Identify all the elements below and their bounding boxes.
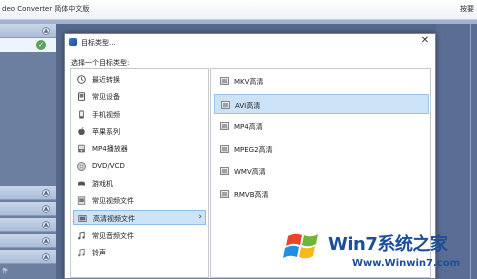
category-list[interactable]: 最近转换 常见设备 手机视频 苹果系列 MP4播放器 DVD/VCD 游戏机 常见视频文件 高清… [70,68,209,278]
category-item[interactable]: 手机视频 [73,107,206,122]
left-panel-active-row[interactable] [0,38,56,52]
chevron-icon[interactable]: ▲ [42,221,50,229]
category-label: 高清视频文件 [93,215,135,224]
windows-logo-icon [283,233,318,259]
device-icon [78,92,85,102]
chevron-icon[interactable]: ▲ [42,237,50,245]
category-item[interactable]: 最近转换 [73,72,206,87]
format-item[interactable]: MKV高清 [214,71,429,91]
format-item[interactable]: AVI高清 [214,93,429,114]
format-label: MP4高清 [234,123,263,131]
chevron-right-icon: › [198,212,202,223]
format-label: AVI高清 [235,101,261,110]
category-item[interactable]: 高清视频文件 › [73,210,206,226]
mp4-player-icon [78,144,85,153]
left-panel-section[interactable]: ▲ [0,218,56,232]
format-label: WMV高清 [234,168,266,176]
category-item[interactable]: DVD/VCD [73,159,206,174]
ringtone-icon [78,248,85,257]
audio-file-icon [78,231,85,240]
watermark-brand: Win7系统之家 [328,234,448,255]
chevron-icon[interactable]: ▲ [42,205,50,213]
category-item[interactable]: 常见音频文件 [73,228,206,243]
watermark-url: Www.Winwin7.com [352,258,461,269]
video-format-icon [220,167,229,175]
left-panel-section[interactable]: ▲ [0,186,56,200]
category-label: 常见音频文件 [92,231,134,240]
category-label: 最近转换 [92,76,120,84]
left-panel-section[interactable]: ▲ [0,250,56,264]
category-item[interactable]: 常见设备 [73,89,206,104]
category-label: MP4播放器 [92,145,128,154]
category-label: 游戏机 [92,179,113,188]
category-item[interactable]: 常见视频文件 [73,193,206,208]
chevron-icon[interactable]: ▲ [42,253,50,261]
category-item[interactable]: 铃声 [73,245,206,260]
format-label: RMVB高清 [234,190,269,199]
format-label: MKV高清 [234,78,264,86]
app-toolbar-strip [0,20,477,24]
category-label: 铃声 [92,249,106,257]
category-label: 苹果系列 [92,127,120,136]
category-label: 常见视频文件 [92,197,134,206]
category-label: DVD/VCD [92,161,125,170]
category-item[interactable]: MP4播放器 [73,141,206,156]
app-title: deo Converter 简体中文版 [2,5,90,13]
format-item[interactable]: RMVB高清 [214,184,429,204]
left-panel-section[interactable]: ▲ [0,202,56,216]
video-format-icon [220,144,229,153]
video-format-icon [220,189,229,198]
format-item[interactable]: MP4高清 [214,116,429,136]
watermark: Win7系统之家 Www.Winwin7.com [282,222,477,279]
app-icon [69,38,77,46]
format-label: MPEG2高清 [234,145,273,154]
app-topright-label[interactable]: 按要 [460,4,474,14]
chevron-icon[interactable]: ▲ [42,189,50,197]
format-item[interactable]: MPEG2高清 [214,139,429,159]
hd-video-icon [78,215,87,223]
format-item[interactable]: WMV高清 [214,161,429,181]
category-label: 手机视频 [92,110,120,119]
left-panel-section[interactable]: ▲ [0,234,56,248]
category-item[interactable]: 苹果系列 [73,124,206,139]
chevron-up-icon[interactable]: ▲ [42,27,50,35]
app-left-panel: ▲ ✓ ▲ ▲ ▲ ▲ ▲ 件 [0,24,56,279]
app-titlebar: deo Converter 简体中文版 按要 [0,0,477,20]
gamepad-icon [78,181,85,186]
check-icon: ✓ [36,40,46,50]
video-file-icon [77,196,86,205]
apple-icon [78,127,85,135]
category-item[interactable]: 游戏机 [73,176,206,191]
video-format-icon [220,122,229,130]
video-format-icon [220,77,229,85]
left-panel-header[interactable]: ▲ [0,24,56,38]
category-label: 常见设备 [92,93,120,102]
disc-icon [77,161,86,171]
dialog-title: 目标类型... [81,39,116,47]
phone-icon [79,110,84,119]
clock-icon [77,75,86,84]
dialog-prompt: 选择一个目标类型: [71,59,130,67]
dialog-titlebar[interactable]: 目标类型... ✕ [65,34,435,50]
left-panel-footer-text: 件 [2,268,9,275]
close-button[interactable]: ✕ [419,35,431,47]
video-format-icon [221,100,230,109]
